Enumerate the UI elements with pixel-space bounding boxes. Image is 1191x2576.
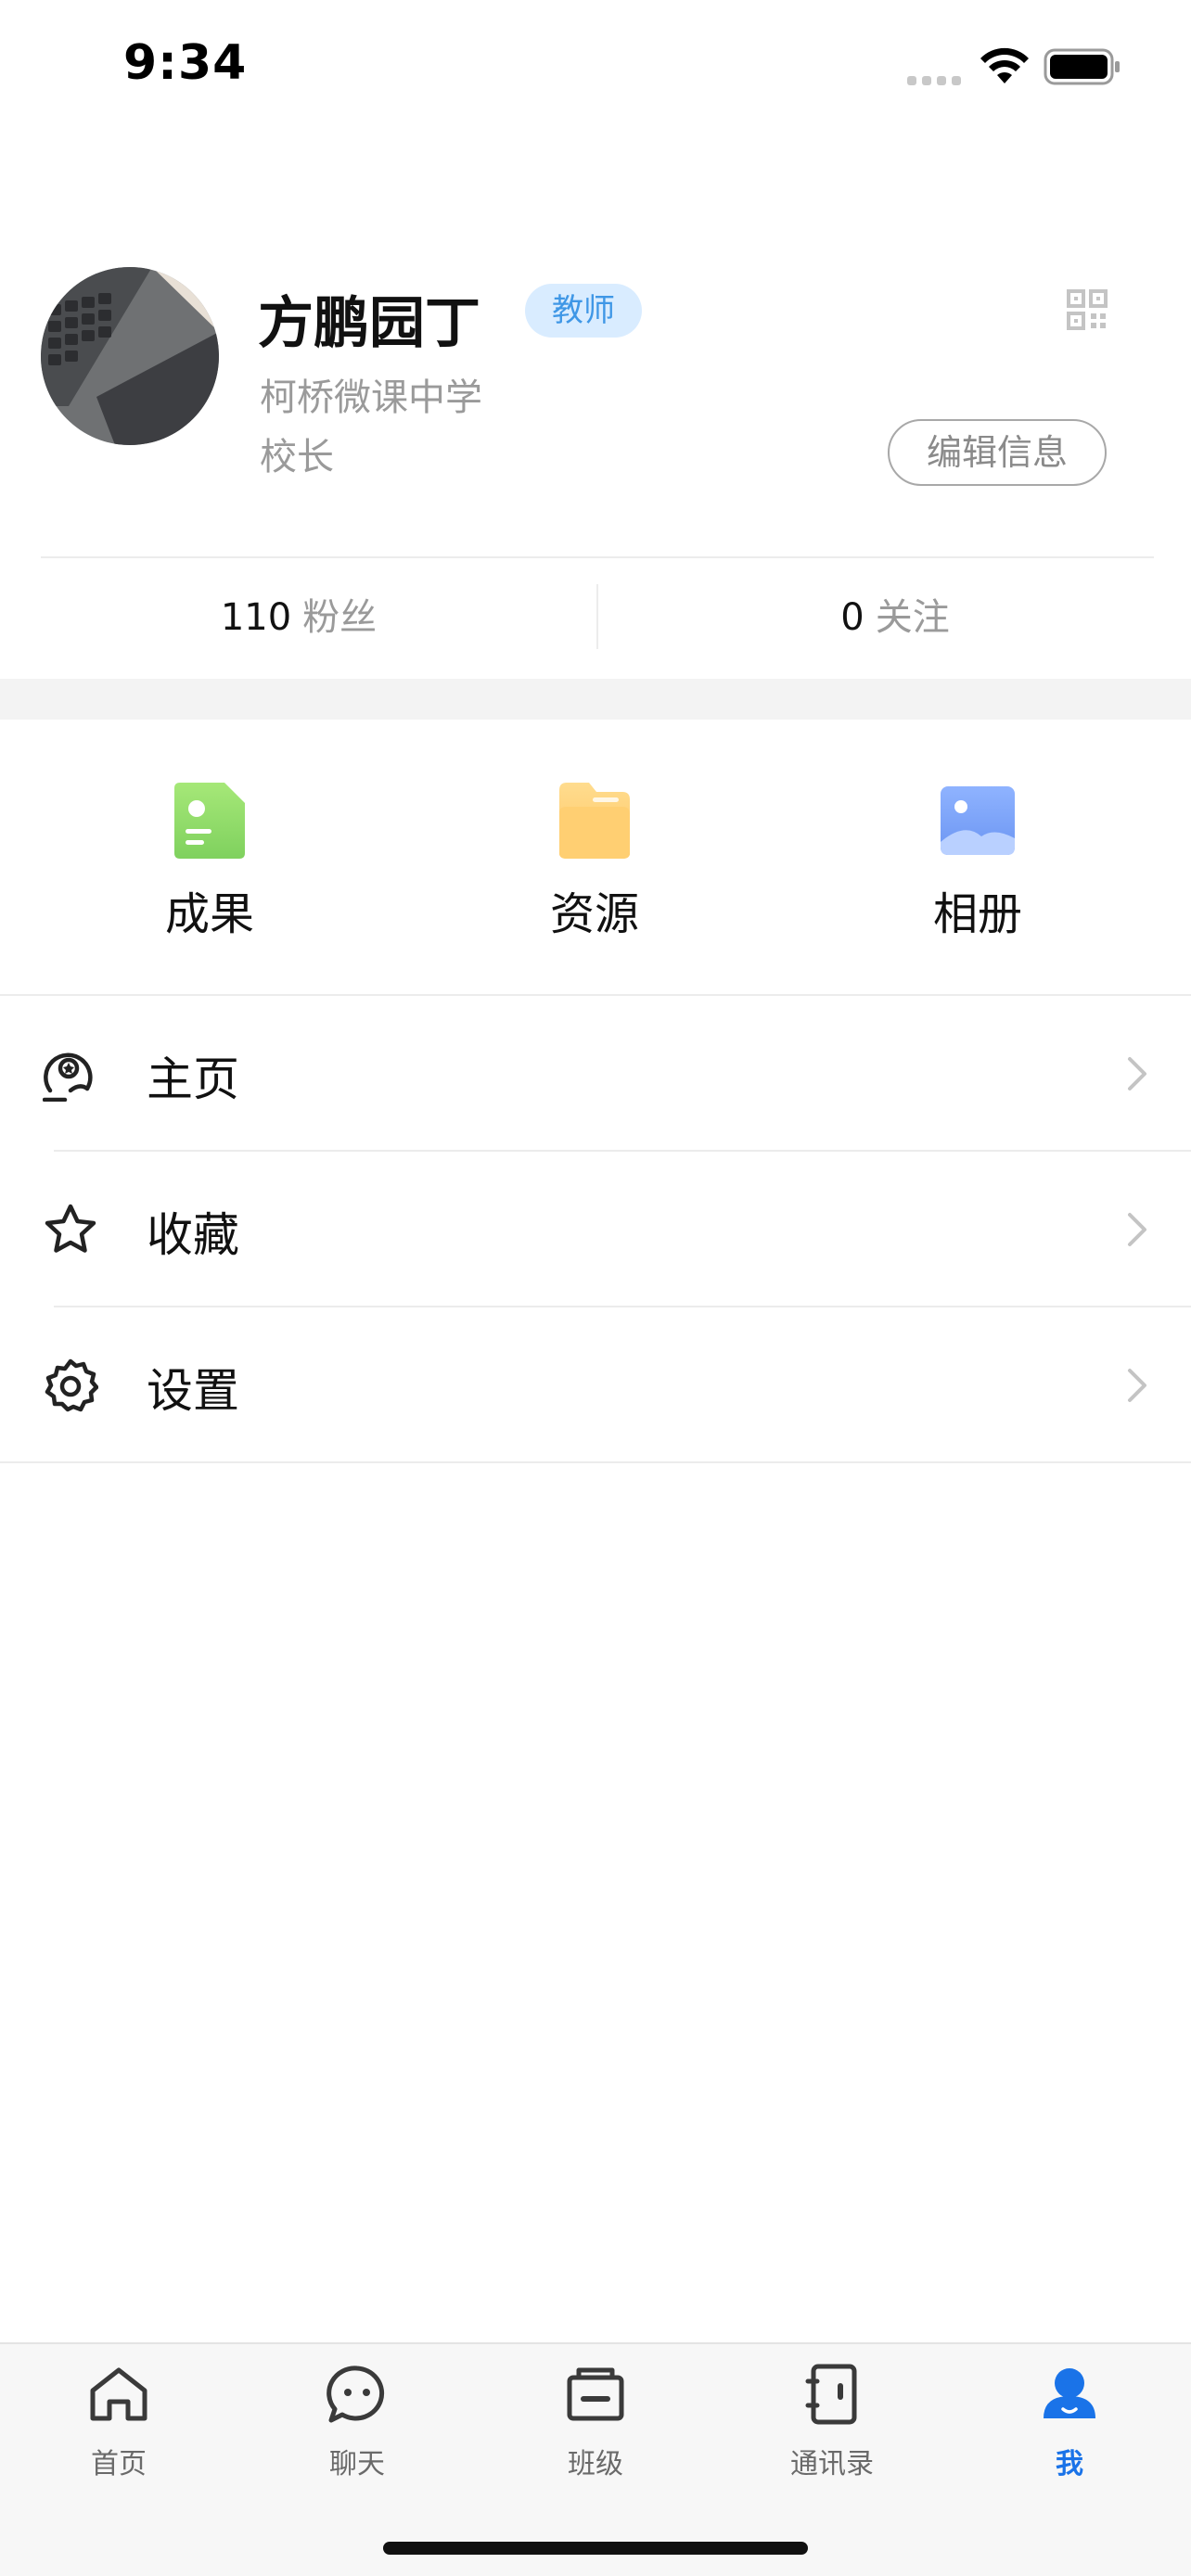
menu-label: 设置 [147, 1364, 239, 1418]
tab-label: 通讯录 [790, 2448, 874, 2480]
profile-header: 方鹏园丁 教师 柯桥微课中学 校长 编辑信息 [0, 250, 1191, 556]
fans-label: 粉丝 [302, 596, 378, 639]
homepage-icon [43, 1052, 93, 1102]
contacts-icon [805, 2364, 857, 2425]
section-spacer [0, 679, 1191, 720]
menu-item-settings[interactable]: 设置 [0, 1307, 1191, 1461]
role-badge: 教师 [525, 284, 642, 338]
qr-code-icon[interactable] [1067, 289, 1108, 330]
chat-icon [327, 2366, 385, 2423]
tab-label: 聊天 [329, 2448, 385, 2480]
menu-item-homepage[interactable]: 主页 [0, 996, 1191, 1150]
star-icon [45, 1204, 96, 1253]
tile-label: 成果 [164, 888, 254, 940]
tile-label: 资源 [549, 888, 639, 940]
home-icon [90, 2367, 147, 2421]
school-name: 柯桥微课中学 [260, 376, 482, 419]
achievement-icon [174, 783, 245, 859]
tile-label: 相册 [932, 888, 1022, 940]
tab-me[interactable]: 我 [977, 2363, 1162, 2502]
tile-resources[interactable]: 资源 [455, 720, 734, 994]
class-icon [567, 2367, 624, 2421]
following-stat[interactable]: 0 关注 [599, 558, 1191, 677]
menu-label: 收藏 [147, 1208, 239, 1262]
album-icon [941, 786, 1015, 855]
following-count: 0 [840, 596, 864, 639]
tab-home[interactable]: 首页 [26, 2363, 211, 2502]
tile-album[interactable]: 相册 [839, 720, 1117, 994]
user-name: 方鹏园丁 [258, 291, 480, 356]
tab-chat[interactable]: 聊天 [264, 2363, 450, 2502]
quick-tiles: 成果 资源 相册 [0, 720, 1191, 994]
home-indicator [383, 2542, 808, 2555]
gear-icon [45, 1358, 98, 1412]
wifi-icon [980, 47, 1029, 83]
folder-icon [559, 783, 630, 859]
tab-class[interactable]: 班级 [503, 2363, 688, 2502]
tab-contacts[interactable]: 通讯录 [739, 2363, 925, 2502]
chevron-right-icon [1128, 1369, 1146, 1402]
me-icon [1044, 2368, 1095, 2418]
status-time: 9:34 [123, 35, 248, 91]
tab-label: 我 [1056, 2448, 1083, 2480]
menu-label: 主页 [147, 1052, 239, 1106]
stats-bar: 110 粉丝 0 关注 [0, 558, 1191, 677]
tile-achievements[interactable]: 成果 [70, 720, 349, 994]
cellular-signal-icon [907, 76, 963, 85]
stats-separator [596, 584, 598, 649]
chevron-right-icon [1128, 1057, 1146, 1090]
job-title: 校长 [260, 436, 334, 478]
chevron-right-icon [1128, 1213, 1146, 1246]
divider [0, 1461, 1191, 1463]
fans-stat[interactable]: 110 粉丝 [0, 558, 597, 677]
fans-count: 110 [220, 596, 292, 639]
status-bar: 9:34 [0, 0, 1191, 139]
tab-label: 首页 [91, 2448, 147, 2480]
tab-label: 班级 [568, 2448, 623, 2480]
edit-profile-button[interactable]: 编辑信息 [888, 419, 1107, 486]
battery-icon [1044, 48, 1120, 85]
avatar[interactable] [41, 267, 219, 445]
following-label: 关注 [875, 596, 950, 639]
menu-item-favorites[interactable]: 收藏 [0, 1152, 1191, 1306]
